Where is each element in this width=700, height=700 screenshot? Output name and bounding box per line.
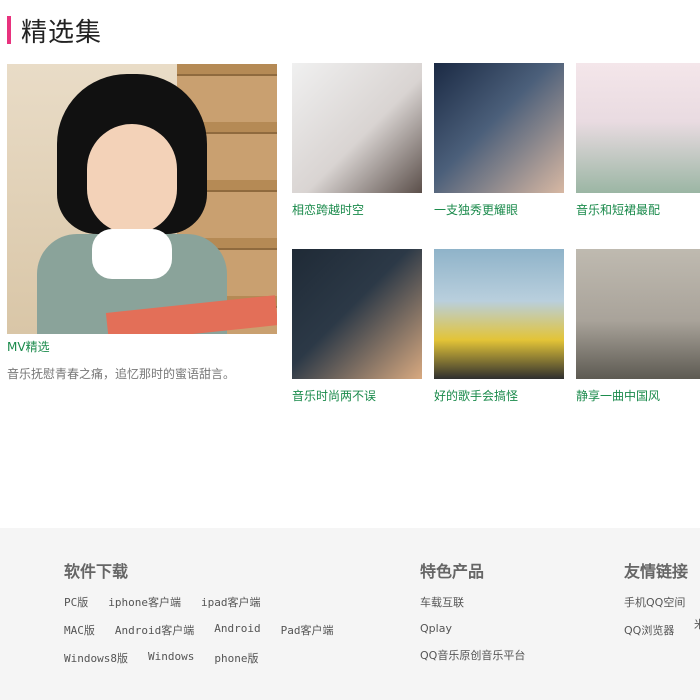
playlist-label[interactable]: 音乐和短裙最配 [576,201,700,218]
footer-link[interactable]: ipad客户端 [201,594,261,610]
playlist-card[interactable]: 好的歌手会搞怪 [434,249,564,404]
footer-link[interactable]: QQ浏览器 [624,622,688,638]
footer-link[interactable]: phone版 [214,650,258,666]
playlist-label[interactable]: 一支独秀更耀眼 [434,201,564,218]
playlist-label[interactable]: 相恋跨越时空 [292,201,422,218]
footer-link[interactable]: Windows [148,650,194,666]
playlist-card[interactable]: 相恋跨越时空 [292,63,422,218]
footer-links-column: 友情链接 手机QQ空间 QQ浏览器 [624,558,688,650]
feature-description: 音乐抚慰青春之痛，追忆那时的蜜语甜言。 [7,367,236,381]
footer-link[interactable]: Android [214,622,260,638]
footer-links-title: 友情链接 [624,562,689,581]
footer-link[interactable]: QQ音乐原创音乐平台 [420,647,525,663]
playlist-image[interactable] [576,63,700,193]
footer-link[interactable]: Android客户端 [115,622,194,638]
playlist-image[interactable] [292,249,422,379]
playlist-label[interactable]: 音乐时尚两不误 [292,387,422,404]
footer: 软件下载 PC版 iphone客户端 ipad客户端 MAC版 Android客… [0,528,700,700]
playlist-label[interactable]: 好的歌手会搞怪 [434,387,564,404]
playlist-image[interactable] [576,249,700,379]
footer-link[interactable]: Qplay [420,622,525,635]
section-title: 精选集 [21,17,103,48]
footer-software-title: 软件下载 [64,562,129,581]
feature-card[interactable]: MV精选 音乐抚慰青春之痛，追忆那时的蜜语甜言。 [7,64,277,382]
footer-link[interactable]: iphone客户端 [108,594,181,610]
footer-products-column: 特色产品 车载互联 Qplay QQ音乐原创音乐平台 [420,558,525,675]
footer-link[interactable]: 米 [694,616,700,632]
footer-link[interactable]: Pad客户端 [281,622,334,638]
footer-link[interactable]: PC版 [64,594,88,610]
section-header: 精选集 [7,14,103,48]
footer-link[interactable]: 手机QQ空间 [624,594,688,610]
accent-bar [7,16,11,44]
footer-link[interactable]: Windows8版 [64,650,128,666]
playlist-image[interactable] [292,63,422,193]
playlist-label[interactable]: 静享一曲中国风 [576,387,700,404]
feature-image[interactable] [7,64,277,334]
playlist-card[interactable]: 静享一曲中国风 [576,249,700,404]
footer-software-column: 软件下载 PC版 iphone客户端 ipad客户端 MAC版 Android客… [64,558,333,678]
playlist-card[interactable]: 音乐和短裙最配 [576,63,700,218]
playlist-image[interactable] [434,63,564,193]
footer-link[interactable]: MAC版 [64,622,95,638]
playlist-card[interactable]: 音乐时尚两不误 [292,249,422,404]
playlist-card[interactable]: 一支独秀更耀眼 [434,63,564,218]
footer-link[interactable]: 车载互联 [420,594,525,610]
feature-label[interactable]: MV精选 [7,338,277,355]
footer-products-title: 特色产品 [420,562,485,581]
playlist-image[interactable] [434,249,564,379]
